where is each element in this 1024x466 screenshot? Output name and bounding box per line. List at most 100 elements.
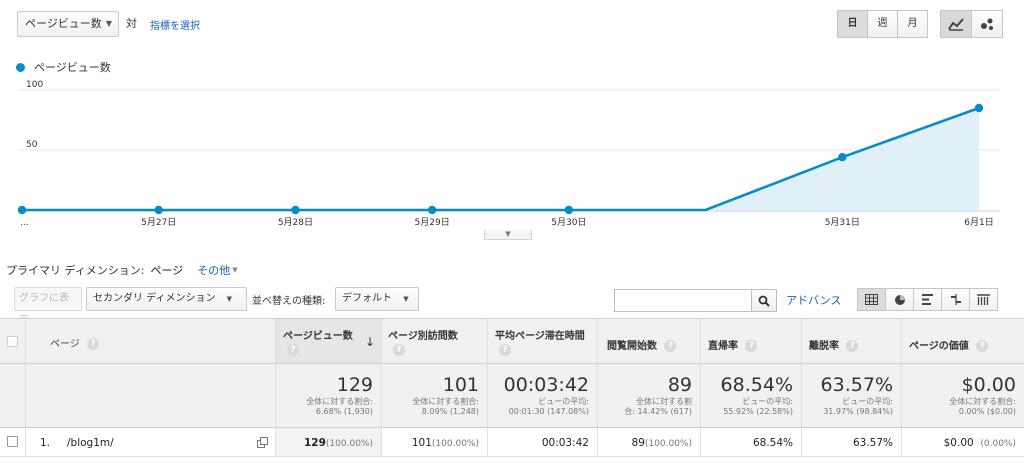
table-search-input[interactable] [614,289,752,312]
performance-view-button[interactable] [913,288,942,311]
header-value-cell: ページの価値 ? [902,319,1024,364]
table-view-toggle [857,288,998,311]
choose-metric-link[interactable]: 指標を選択 [150,17,200,32]
motion-chart-icon [981,18,993,30]
help-icon[interactable]: ? [499,344,511,356]
metric-select[interactable]: ページビュー数 ▼ [17,11,119,37]
y-tick-label: 100 [26,80,43,90]
sort-descending-icon[interactable]: ↓ [365,335,375,349]
totals-unique-value: 101 [442,374,479,396]
row-pageviews: 129(100.00%) [304,437,373,449]
secondary-dimension-select[interactable]: セカンダリ ディメンション ▼ [86,287,247,311]
table-row-avgtime-cell: 00:03:42 [488,428,598,457]
row-checkbox[interactable] [7,436,18,447]
x-tick-label: 5月28日 [278,217,313,228]
table-row-pageviews-cell: 129(100.00%) [276,428,382,457]
totals-exit-cell: 63.57% ビューの平均: 31.97% (98.84%) [802,364,902,428]
chevron-down-icon: ▼ [403,295,409,303]
open-link-icon[interactable] [257,437,268,448]
primary-dimension-current[interactable]: ページ [150,262,183,278]
header-avgtime-cell: 平均ページ滞在時間 ? [488,319,598,364]
help-icon[interactable]: ? [846,340,859,352]
chart-collapse-tab[interactable]: ▼ [484,230,532,240]
y-tick-label: 50 [26,140,38,150]
chart-legend: ページビュー数 [16,59,111,75]
header-exit[interactable]: 離脱率 [809,341,839,352]
totals-entrances-share: 全体に対する割 合: 14.42% (617) [624,397,692,416]
header-unique[interactable]: ページ別訪問数 [388,327,458,342]
header-checkbox-cell [0,319,26,364]
bar-list-icon [921,294,933,305]
primary-dimension-label: プライマリ ディメンション: [6,264,145,277]
chevron-down-icon: ▼ [232,266,238,274]
totals-pageviews-cell: 129 全体に対する割合: 6.68% (1,930) [276,364,382,428]
totals-unique-cell: 101 全体に対する割合: 8.09% (1,248) [382,364,488,428]
period-month-button[interactable]: 月 [897,10,928,38]
comparison-icon [950,294,961,305]
help-icon[interactable]: ? [664,340,677,352]
pageviews-chart: 100 50 ... 5月27日 5月28日 5月29日 5月30日 5月31日 6月1日 [17,80,1000,228]
header-avg-time[interactable]: 平均ページ滞在時間 [495,327,585,342]
totals-label-cell [26,364,276,428]
legend-swatch [16,62,25,72]
row-page-path[interactable]: /blog1m/ [67,437,114,449]
sort-type-value: デフォルト [342,293,392,304]
header-bounce-cell: 直帰率 ? [701,319,802,364]
table-row-checkbox-cell [0,428,26,457]
select-all-checkbox[interactable] [7,336,18,347]
help-icon[interactable]: ? [287,344,299,356]
chart-point [564,205,574,215]
x-tick-label: ... [20,218,29,228]
totals-unique-share: 全体に対する割合: 8.09% (1,248) [412,397,479,416]
totals-bounce-cell: 68.54% ビューの平均: 55.92% (22.58%) [701,364,802,428]
search-button[interactable] [751,289,777,312]
help-icon[interactable]: ? [976,340,989,352]
table-row-value-cell: $0.00 (0.00%) [902,428,1024,457]
totals-page-value: $0.00 [961,374,1016,396]
header-page-value[interactable]: ページの価値 [909,341,969,352]
sort-type-label: 並べ替えの種類: [252,296,326,307]
table-row-unique-cell: 101(100.00%) [382,428,488,457]
row-entrances: 89(100.00%) [631,437,692,449]
search-icon [758,295,770,307]
header-entrances[interactable]: 閲覧開始数 [607,341,657,352]
header-exit-cell: 離脱率 ? [802,319,902,364]
help-icon[interactable]: ? [745,340,758,352]
totals-blank-cell [0,364,26,428]
table-view-button[interactable] [857,288,886,311]
chart-point [17,205,27,215]
totals-entrances-cell: 89 全体に対する割 合: 14.42% (617) [598,364,701,428]
pie-view-button[interactable] [885,288,914,311]
secondary-dimension-label: セカンダリ ディメンション [93,293,216,304]
x-tick-label: 5月31日 [825,217,860,228]
totals-bounce-value: 68.54% [720,374,793,396]
row-exit: 63.57% [852,437,893,449]
chevron-down-icon: ▼ [105,19,112,28]
sort-type-select[interactable]: デフォルト ▼ [335,287,419,311]
pivot-view-button[interactable] [969,288,998,311]
line-chart-button[interactable] [940,10,972,38]
row-avg-time: 00:03:42 [541,437,589,449]
advanced-filter-link[interactable]: アドバンス [786,292,841,308]
header-pageviews[interactable]: ページビュー数 [283,327,353,342]
totals-avgtime-cell: 00:03:42 ビューの平均: 00:01:30 (147.08%) [488,364,598,428]
totals-entrances-value: 89 [667,374,692,396]
header-bounce[interactable]: 直帰率 [708,341,738,352]
help-icon[interactable]: ? [393,344,405,356]
primary-dimension-other[interactable]: その他 [197,262,230,278]
help-icon[interactable]: ? [87,338,99,350]
chart-point [291,205,300,215]
plot-rows-button[interactable]: グラフに表示 [14,287,82,326]
header-page-cell: ページ ? [26,319,276,364]
period-week-button[interactable]: 週 [867,10,898,38]
header-unique-cell: ページ別訪問数 ? [382,319,488,364]
header-page[interactable]: ページ [50,339,80,350]
chevron-down-icon: ▼ [226,295,233,303]
totals-value-cell: $0.00 全体に対する割合: 0.00% ($0.00) [902,364,1024,428]
comparison-view-button[interactable] [941,288,970,311]
line-chart-icon [948,18,964,31]
motion-chart-button[interactable] [971,10,1003,38]
period-day-button[interactable]: 日 [837,10,868,38]
report-table: ページ ? ページビュー数 ? ↓ ページ別訪問数 ? 平均ページ滞在時間 ? … [0,318,1024,466]
pivot-icon [977,294,990,305]
